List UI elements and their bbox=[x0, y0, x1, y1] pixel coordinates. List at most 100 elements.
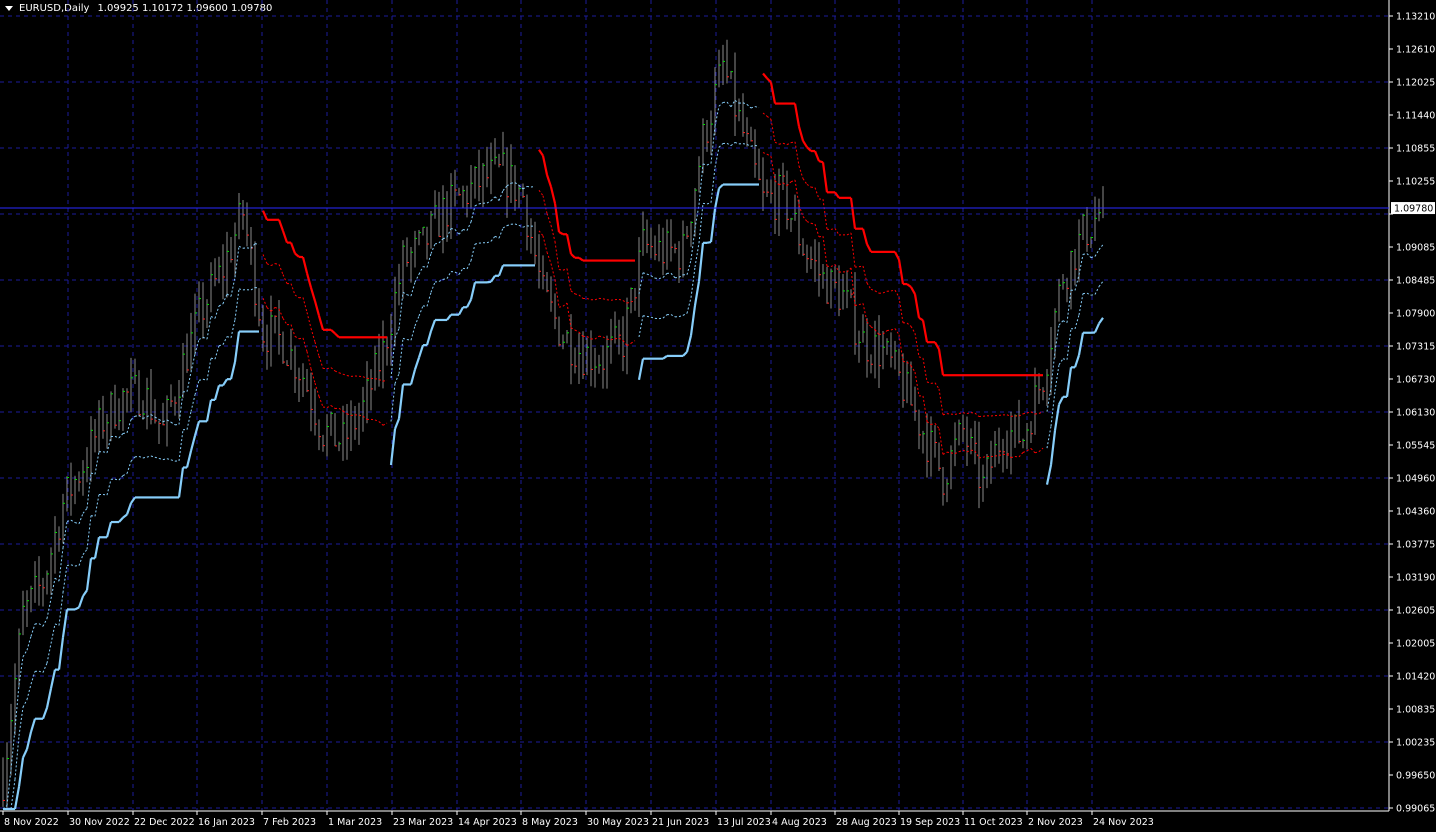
stop-line-segment bbox=[317, 315, 325, 331]
ohlc-bar bbox=[190, 312, 193, 371]
stop-line-segment bbox=[921, 320, 929, 343]
stop-band-dashed bbox=[162, 458, 168, 461]
ohlc-bar bbox=[878, 315, 881, 388]
stop-band-dashed bbox=[238, 245, 244, 249]
stop-line-segment bbox=[1093, 323, 1101, 333]
ohlc-bar bbox=[386, 336, 389, 366]
stop-band-dashed bbox=[642, 272, 648, 275]
stop-band-dashed bbox=[802, 216, 808, 222]
stop-band-dashed bbox=[1078, 254, 1084, 275]
stop-line-segment bbox=[713, 188, 721, 210]
stop-line-segment bbox=[49, 669, 57, 689]
stop-band-dashed bbox=[798, 205, 804, 217]
stop-line-segment bbox=[229, 361, 237, 380]
stop-band-dashed bbox=[922, 358, 928, 382]
price-axis[interactable]: 1.13210 1.12610 1.12025 1.11440 1.10855 1.102… bbox=[1389, 12, 1435, 815]
ohlc-bar bbox=[318, 419, 321, 451]
stop-band-dashed bbox=[22, 649, 28, 658]
stop-band-dashed bbox=[570, 290, 576, 295]
y-tick-label: 1.05545 bbox=[1396, 441, 1435, 452]
ohlc-bar bbox=[494, 138, 497, 165]
stop-band-dashed bbox=[846, 267, 852, 273]
stop-band-dashed bbox=[506, 182, 512, 187]
stop-band-dashed bbox=[246, 247, 252, 249]
stop-band-dashed bbox=[1046, 426, 1052, 449]
price-chart[interactable]: 1.13210 1.12610 1.12025 1.11440 1.10855 1.102… bbox=[0, 0, 1436, 832]
stop-band-dashed bbox=[150, 414, 156, 418]
stop-band-dashed bbox=[282, 274, 288, 284]
ohlc-bar bbox=[906, 360, 909, 404]
stop-band-dashed bbox=[662, 314, 668, 319]
stop-band-dashed bbox=[198, 336, 204, 340]
ohlc-bar bbox=[606, 335, 609, 389]
stop-band-dashed bbox=[538, 189, 544, 197]
stop-band-dashed bbox=[690, 266, 696, 298]
ohlc-bar bbox=[326, 414, 329, 457]
stop-band-dashed bbox=[710, 167, 716, 203]
stop-band-dashed bbox=[58, 547, 64, 582]
stop-band-dashed bbox=[578, 294, 584, 299]
stop-band-dashed bbox=[494, 196, 500, 201]
ohlc-bar bbox=[562, 334, 565, 350]
stop-band-dashed bbox=[594, 335, 600, 340]
stop-band-dashed bbox=[850, 232, 856, 268]
ohlc-bar bbox=[418, 229, 421, 246]
ohlc-bar bbox=[518, 185, 521, 208]
stop-band-dashed bbox=[954, 412, 960, 415]
ohlc-bar bbox=[958, 419, 961, 446]
ohlc-bar bbox=[230, 236, 233, 263]
stop-band-dashed bbox=[462, 229, 468, 232]
stop-band-dashed bbox=[1006, 453, 1012, 459]
stop-line-segment bbox=[294, 252, 300, 258]
ohlc-bar bbox=[322, 434, 325, 452]
stop-band-dashed bbox=[814, 187, 820, 200]
ohlc-bar bbox=[254, 241, 257, 317]
ohlc-bar bbox=[630, 287, 633, 314]
ohlc-bar bbox=[914, 386, 917, 421]
stop-band-dashed bbox=[230, 319, 236, 338]
stop-band-dashed bbox=[754, 145, 760, 147]
stop-band-dashed bbox=[734, 141, 740, 145]
stop-band-dashed bbox=[294, 335, 300, 340]
stop-band-dashed bbox=[506, 223, 512, 227]
stop-band-dashed bbox=[158, 457, 164, 461]
time-axis[interactable]: 8 Nov 2022 30 Nov 2022 22 Dec 2022 16 Jan 2… bbox=[2, 811, 1154, 828]
x-tick-label: 28 Aug 2023 bbox=[836, 817, 897, 828]
ohlc-bar bbox=[146, 377, 149, 430]
ohlc-bar bbox=[602, 345, 605, 389]
ohlc-bar bbox=[1066, 277, 1069, 303]
x-tick-label: 11 Oct 2023 bbox=[964, 817, 1023, 828]
ohlc-bar bbox=[370, 369, 373, 411]
stop-band-dashed bbox=[218, 303, 224, 307]
ohlc-bar bbox=[726, 39, 729, 84]
stop-line-segment bbox=[906, 283, 912, 288]
stop-band-dashed bbox=[1038, 447, 1044, 453]
stop-line-segment bbox=[185, 450, 193, 468]
ohlc-bar bbox=[74, 475, 77, 505]
ohlc-bar bbox=[974, 420, 977, 465]
ohlc-bar bbox=[482, 162, 485, 208]
stop-band-dashed bbox=[694, 242, 700, 268]
stop-line-segment bbox=[29, 718, 37, 733]
stop-line-segment bbox=[289, 242, 297, 254]
ohlc-bar bbox=[842, 274, 845, 310]
ohlc-bar bbox=[414, 230, 417, 268]
stop-line-segment bbox=[685, 335, 693, 353]
stop-line-segment bbox=[490, 275, 496, 283]
stop-band-dashed bbox=[822, 236, 828, 267]
current-price-label: 1.09780 bbox=[1391, 202, 1435, 215]
stop-band-dashed bbox=[1006, 414, 1012, 417]
ohlc-bar bbox=[186, 333, 189, 373]
ohlc-bar bbox=[22, 590, 25, 636]
stop-band-dashed bbox=[698, 203, 704, 244]
stop-line-segment bbox=[233, 331, 241, 363]
stop-band-dashed bbox=[866, 321, 872, 328]
stop-band-dashed bbox=[706, 162, 712, 166]
stop-line-segment bbox=[545, 174, 553, 188]
stop-band-dashed bbox=[1090, 293, 1096, 296]
ohlc-bar bbox=[138, 370, 141, 417]
y-tick-label: 0.99065 bbox=[1396, 804, 1435, 815]
stop-band-dashed bbox=[898, 297, 904, 323]
stop-band-dashed bbox=[430, 243, 436, 254]
stop-band-dashed bbox=[514, 182, 520, 186]
